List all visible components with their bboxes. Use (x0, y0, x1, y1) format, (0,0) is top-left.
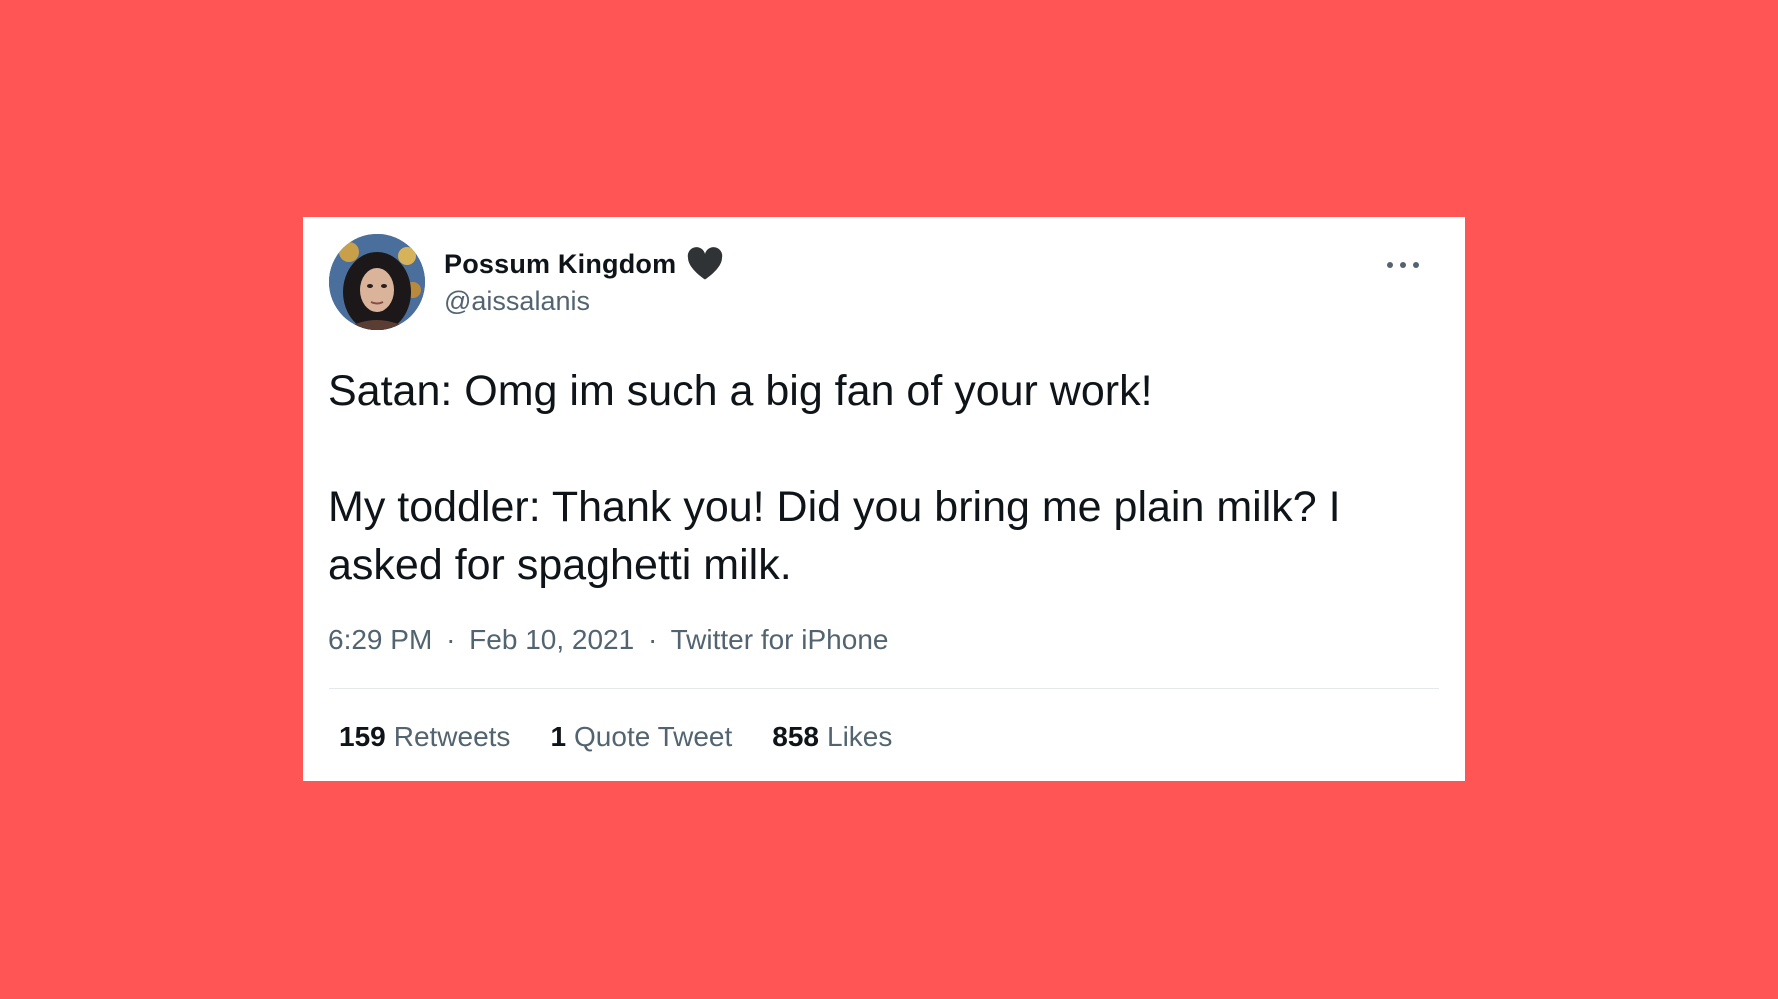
black-heart-icon (686, 247, 724, 281)
user-info: Possum Kingdom @aissalanis (444, 244, 724, 318)
tweet-date[interactable]: Feb 10, 2021 (469, 624, 634, 655)
more-options-icon[interactable] (1387, 260, 1419, 270)
retweets-count: 159 (339, 721, 386, 752)
quote-tweets-label: Quote Tweet (574, 721, 733, 752)
tweet-stats: 159 Retweets 1 Quote Tweet 858 Likes (339, 719, 932, 755)
retweets-stat[interactable]: 159 Retweets (339, 719, 510, 755)
tweet-meta: 6:29 PM · Feb 10, 2021 · Twitter for iPh… (328, 622, 888, 658)
quote-tweets-count: 1 (550, 721, 567, 752)
quote-tweets-stat[interactable]: 1 Quote Tweet (550, 719, 732, 755)
tweet-text: Satan: Omg im such a big fan of your wor… (328, 362, 1435, 594)
tweet-text-line: Satan: Omg im such a big fan of your wor… (328, 367, 1153, 415)
tweet-time[interactable]: 6:29 PM (328, 624, 432, 655)
retweets-label: Retweets (393, 721, 511, 752)
tweet-header: Possum Kingdom @aissalanis (329, 234, 1439, 334)
more-dot (1400, 262, 1406, 268)
meta-separator: · (647, 624, 658, 655)
more-dot (1413, 262, 1419, 268)
likes-stat[interactable]: 858 Likes (772, 719, 892, 755)
more-dot (1387, 262, 1393, 268)
display-name-row: Possum Kingdom (444, 244, 724, 284)
likes-label: Likes (827, 721, 893, 752)
avatar[interactable] (329, 234, 425, 330)
tweet-card: Possum Kingdom @aissalanis Satan: Omg im… (303, 217, 1465, 781)
user-handle[interactable]: @aissalanis (444, 284, 724, 318)
tweet-source[interactable]: Twitter for iPhone (671, 624, 889, 655)
meta-separator: · (446, 624, 456, 655)
tweet-text-gap (328, 420, 1435, 478)
display-name[interactable]: Possum Kingdom (444, 249, 676, 280)
tweet-text-line: My toddler: Thank you! Did you bring me … (328, 483, 1341, 589)
divider (329, 688, 1439, 689)
likes-count: 858 (772, 721, 819, 752)
